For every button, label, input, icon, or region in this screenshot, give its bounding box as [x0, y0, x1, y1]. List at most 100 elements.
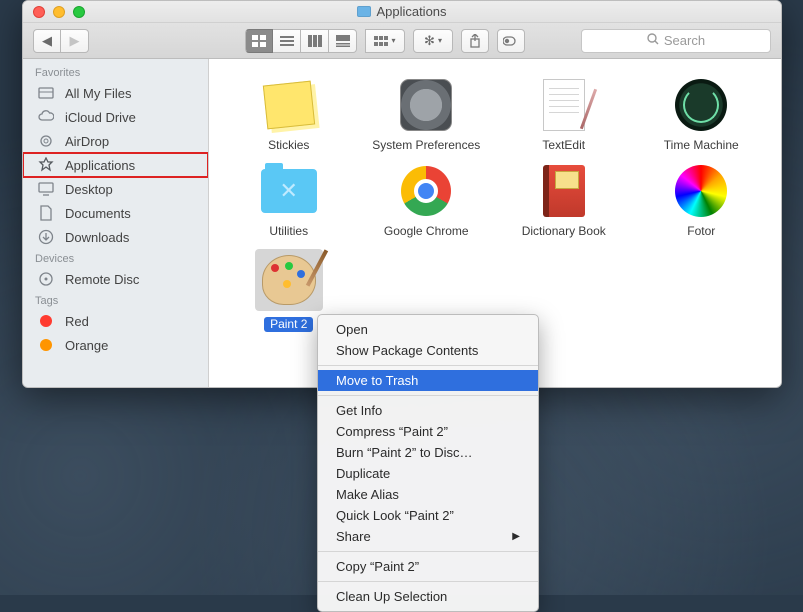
- menu-item-move-to-trash[interactable]: Move to Trash: [318, 370, 538, 391]
- sidebar-item-all-my-files[interactable]: All My Files: [23, 81, 208, 105]
- menu-item-show-package-contents[interactable]: Show Package Contents: [318, 340, 538, 361]
- folder-icon: [357, 6, 371, 17]
- app-google-chrome[interactable]: Google Chrome: [361, 163, 493, 239]
- sidebar-item-label: Orange: [65, 338, 108, 353]
- sidebar-item-icloud-drive[interactable]: iCloud Drive: [23, 105, 208, 129]
- tag-icon: [37, 313, 55, 329]
- stickies-icon: [261, 77, 317, 133]
- menu-item-label: Duplicate: [336, 466, 390, 481]
- app-system-preferences[interactable]: System Preferences: [361, 77, 493, 153]
- sidebar-section-header: Tags: [23, 291, 208, 309]
- sidebar-item-label: Remote Disc: [65, 272, 139, 287]
- view-coverflow-button[interactable]: [329, 29, 357, 53]
- app-label: System Preferences: [372, 139, 480, 153]
- menu-item-label: Burn “Paint 2” to Disc…: [336, 445, 473, 460]
- nav-buttons: ◀ ▶: [33, 29, 89, 53]
- textedit-icon: [536, 77, 592, 133]
- sidebar-item-documents[interactable]: Documents: [23, 201, 208, 225]
- view-list-button[interactable]: [273, 29, 301, 53]
- app-time-machine[interactable]: Time Machine: [636, 77, 768, 153]
- view-columns-button[interactable]: [301, 29, 329, 53]
- menu-separator: [318, 581, 538, 582]
- menu-separator: [318, 365, 538, 366]
- view-icons-button[interactable]: [245, 29, 273, 53]
- remote-disc-icon: [37, 271, 55, 287]
- menu-item-label: Get Info: [336, 403, 382, 418]
- chrome-icon: [398, 163, 454, 219]
- sidebar-item-label: All My Files: [65, 86, 131, 101]
- menu-item-duplicate[interactable]: Duplicate: [318, 463, 538, 484]
- menu-item-get-info[interactable]: Get Info: [318, 400, 538, 421]
- app-dictionary-book[interactable]: Dictionary Book: [498, 163, 630, 239]
- airdrop-icon: [37, 133, 55, 149]
- share-button[interactable]: [461, 29, 489, 53]
- toolbar: ◀ ▶ ▾ ✻▾: [23, 23, 781, 59]
- sidebar-section-header: Favorites: [23, 63, 208, 81]
- documents-icon: [37, 205, 55, 221]
- arrange-button[interactable]: ▾: [365, 29, 405, 53]
- search-placeholder: Search: [664, 33, 705, 48]
- window-title: Applications: [23, 4, 781, 19]
- menu-item-copy-paint-2[interactable]: Copy “Paint 2”: [318, 556, 538, 577]
- back-button[interactable]: ◀: [33, 29, 61, 53]
- menu-item-quick-look-paint-2[interactable]: Quick Look “Paint 2”: [318, 505, 538, 526]
- menu-item-open[interactable]: Open: [318, 319, 538, 340]
- window-title-text: Applications: [376, 4, 446, 19]
- app-label: TextEdit: [542, 139, 585, 153]
- tag-icon: [37, 337, 55, 353]
- submenu-arrow-icon: ▶: [512, 531, 520, 542]
- menu-item-burn-paint-2-to-disc[interactable]: Burn “Paint 2” to Disc…: [318, 442, 538, 463]
- forward-button[interactable]: ▶: [61, 29, 89, 53]
- sidebar-item-remote-disc[interactable]: Remote Disc: [23, 267, 208, 291]
- menu-item-label: Move to Trash: [336, 373, 418, 388]
- sidebar-item-label: Downloads: [65, 230, 129, 245]
- menu-separator: [318, 551, 538, 552]
- app-label: Utilities: [269, 225, 308, 239]
- app-fotor[interactable]: Fotor: [636, 163, 768, 239]
- menu-item-label: Show Package Contents: [336, 343, 478, 358]
- search-field[interactable]: Search: [581, 29, 771, 53]
- app-textedit[interactable]: TextEdit: [498, 77, 630, 153]
- app-label: Google Chrome: [384, 225, 469, 239]
- sidebar-item-label: AirDrop: [65, 134, 109, 149]
- sidebar-item-label: Desktop: [65, 182, 113, 197]
- menu-item-label: Open: [336, 322, 368, 337]
- icon-grid: Stickies System Preferences TextEdit Time M…: [209, 59, 781, 340]
- app-label: Paint 2: [264, 317, 313, 333]
- app-utilities[interactable]: Utilities: [223, 163, 355, 239]
- fotor-icon: [673, 163, 729, 219]
- menu-item-compress-paint-2[interactable]: Compress “Paint 2”: [318, 421, 538, 442]
- sidebar-item-red[interactable]: Red: [23, 309, 208, 333]
- menu-item-label: Make Alias: [336, 487, 399, 502]
- menu-item-label: Quick Look “Paint 2”: [336, 508, 454, 523]
- app-label: Dictionary Book: [522, 225, 606, 239]
- action-button[interactable]: ✻▾: [413, 29, 453, 53]
- sidebar-item-applications[interactable]: Applications: [23, 153, 208, 177]
- context-menu: Open Show Package Contents Move to Trash Ge…: [317, 314, 539, 612]
- sidebar-section-header: Devices: [23, 249, 208, 267]
- icloud-icon: [37, 109, 55, 125]
- sidebar-item-label: Applications: [65, 158, 135, 173]
- menu-separator: [318, 395, 538, 396]
- timemachine-icon: [673, 77, 729, 133]
- app-label: Fotor: [687, 225, 715, 239]
- sidebar-item-label: Documents: [65, 206, 131, 221]
- menu-item-label: Compress “Paint 2”: [336, 424, 448, 439]
- sidebar-item-label: iCloud Drive: [65, 110, 136, 125]
- titlebar[interactable]: Applications: [23, 1, 781, 23]
- sidebar-item-label: Red: [65, 314, 89, 329]
- sidebar-item-downloads[interactable]: Downloads: [23, 225, 208, 249]
- utilities-icon: [261, 163, 317, 219]
- sidebar-item-orange[interactable]: Orange: [23, 333, 208, 357]
- view-mode-segmented: [245, 29, 357, 53]
- menu-item-label: Share: [336, 529, 371, 544]
- tags-button[interactable]: [497, 29, 525, 53]
- app-label: Stickies: [268, 139, 309, 153]
- menu-item-clean-up-selection[interactable]: Clean Up Selection: [318, 586, 538, 607]
- app-stickies[interactable]: Stickies: [223, 77, 355, 153]
- dictionary-icon: [536, 163, 592, 219]
- menu-item-make-alias[interactable]: Make Alias: [318, 484, 538, 505]
- menu-item-share[interactable]: Share ▶: [318, 526, 538, 547]
- sidebar-item-airdrop[interactable]: AirDrop: [23, 129, 208, 153]
- sidebar-item-desktop[interactable]: Desktop: [23, 177, 208, 201]
